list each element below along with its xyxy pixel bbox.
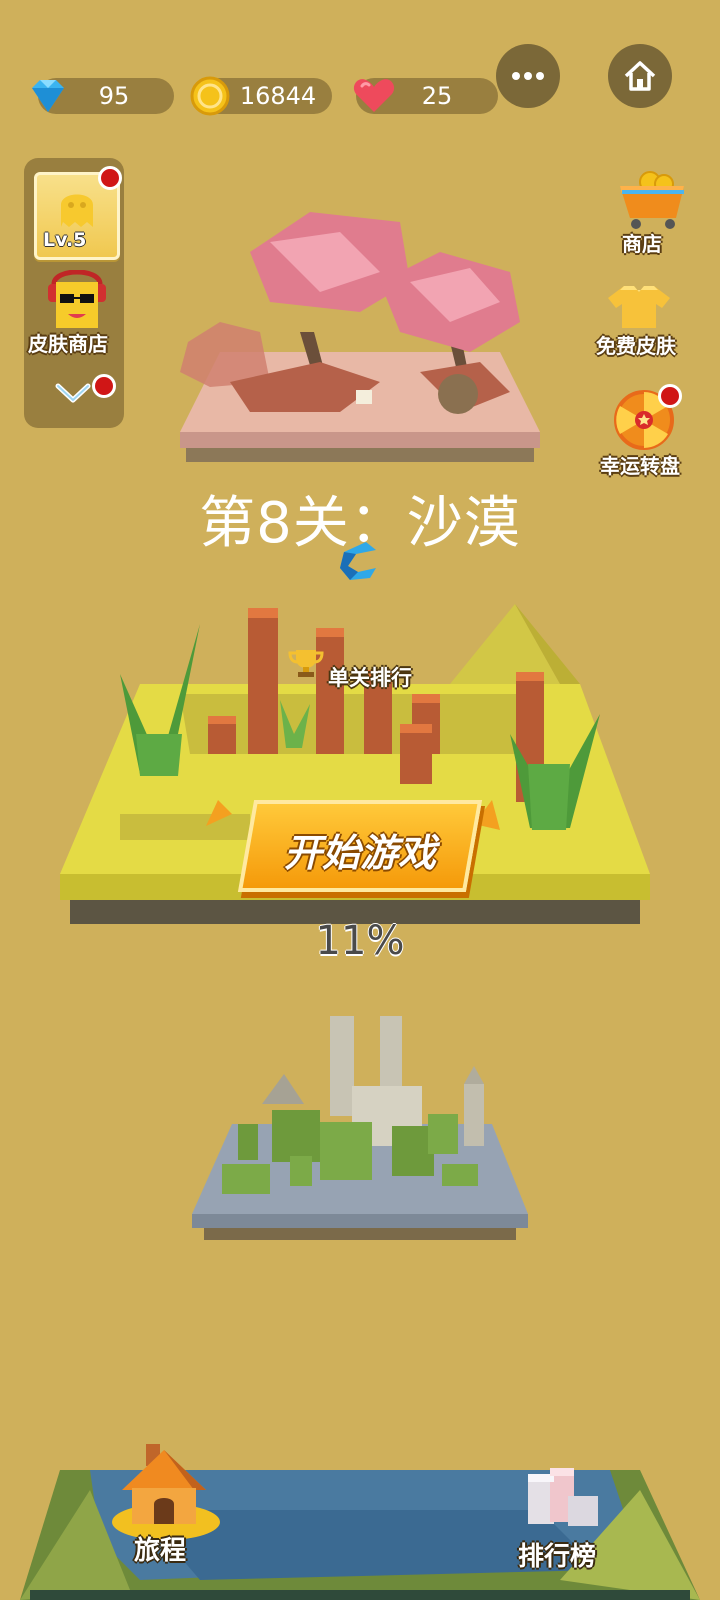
shop-label[interactable]: 商店 <box>622 228 662 257</box>
next-level-island[interactable] <box>192 1014 528 1254</box>
trophy-icon <box>288 650 324 677</box>
free-skin-label[interactable]: 免费皮肤 <box>596 330 676 359</box>
shop-cart-icon[interactable] <box>612 168 692 232</box>
previous-level-island[interactable] <box>180 212 540 472</box>
ghost-avatar-icon <box>61 194 93 227</box>
level-progress-percent: 11% <box>315 918 405 964</box>
free-skin-tshirt-icon[interactable] <box>604 282 674 330</box>
heart-icon <box>353 79 395 112</box>
journey-house-icon[interactable] <box>108 1440 224 1544</box>
single-level-rank-button[interactable]: 单关排行 <box>328 662 412 692</box>
level-c-emblem-icon <box>340 542 376 580</box>
more-icon <box>512 72 544 80</box>
leaderboard-tab-label[interactable]: 排行榜 <box>518 1536 596 1573</box>
journey-tab-label[interactable]: 旅程 <box>134 1530 186 1567</box>
coin-icon <box>190 76 230 116</box>
skin-shop-label[interactable]: 皮肤商店 <box>28 328 108 357</box>
home-icon <box>624 61 656 91</box>
expand-notification-dot <box>92 374 116 398</box>
leaderboard-blocks-icon[interactable] <box>526 1462 606 1542</box>
start-game-label[interactable]: 开始游戏 <box>246 822 474 877</box>
level-badge: Lv.5 <box>43 229 87 251</box>
level-notification-dot <box>98 166 122 190</box>
expand-chevron-icon[interactable] <box>54 380 92 404</box>
skin-shop-icon[interactable] <box>40 270 114 332</box>
more-button[interactable] <box>496 44 560 108</box>
diamond-icon <box>32 80 64 112</box>
lucky-wheel-label[interactable]: 幸运转盘 <box>600 450 680 479</box>
home-button[interactable] <box>608 44 672 108</box>
lucky-wheel-notification-dot <box>658 384 682 408</box>
